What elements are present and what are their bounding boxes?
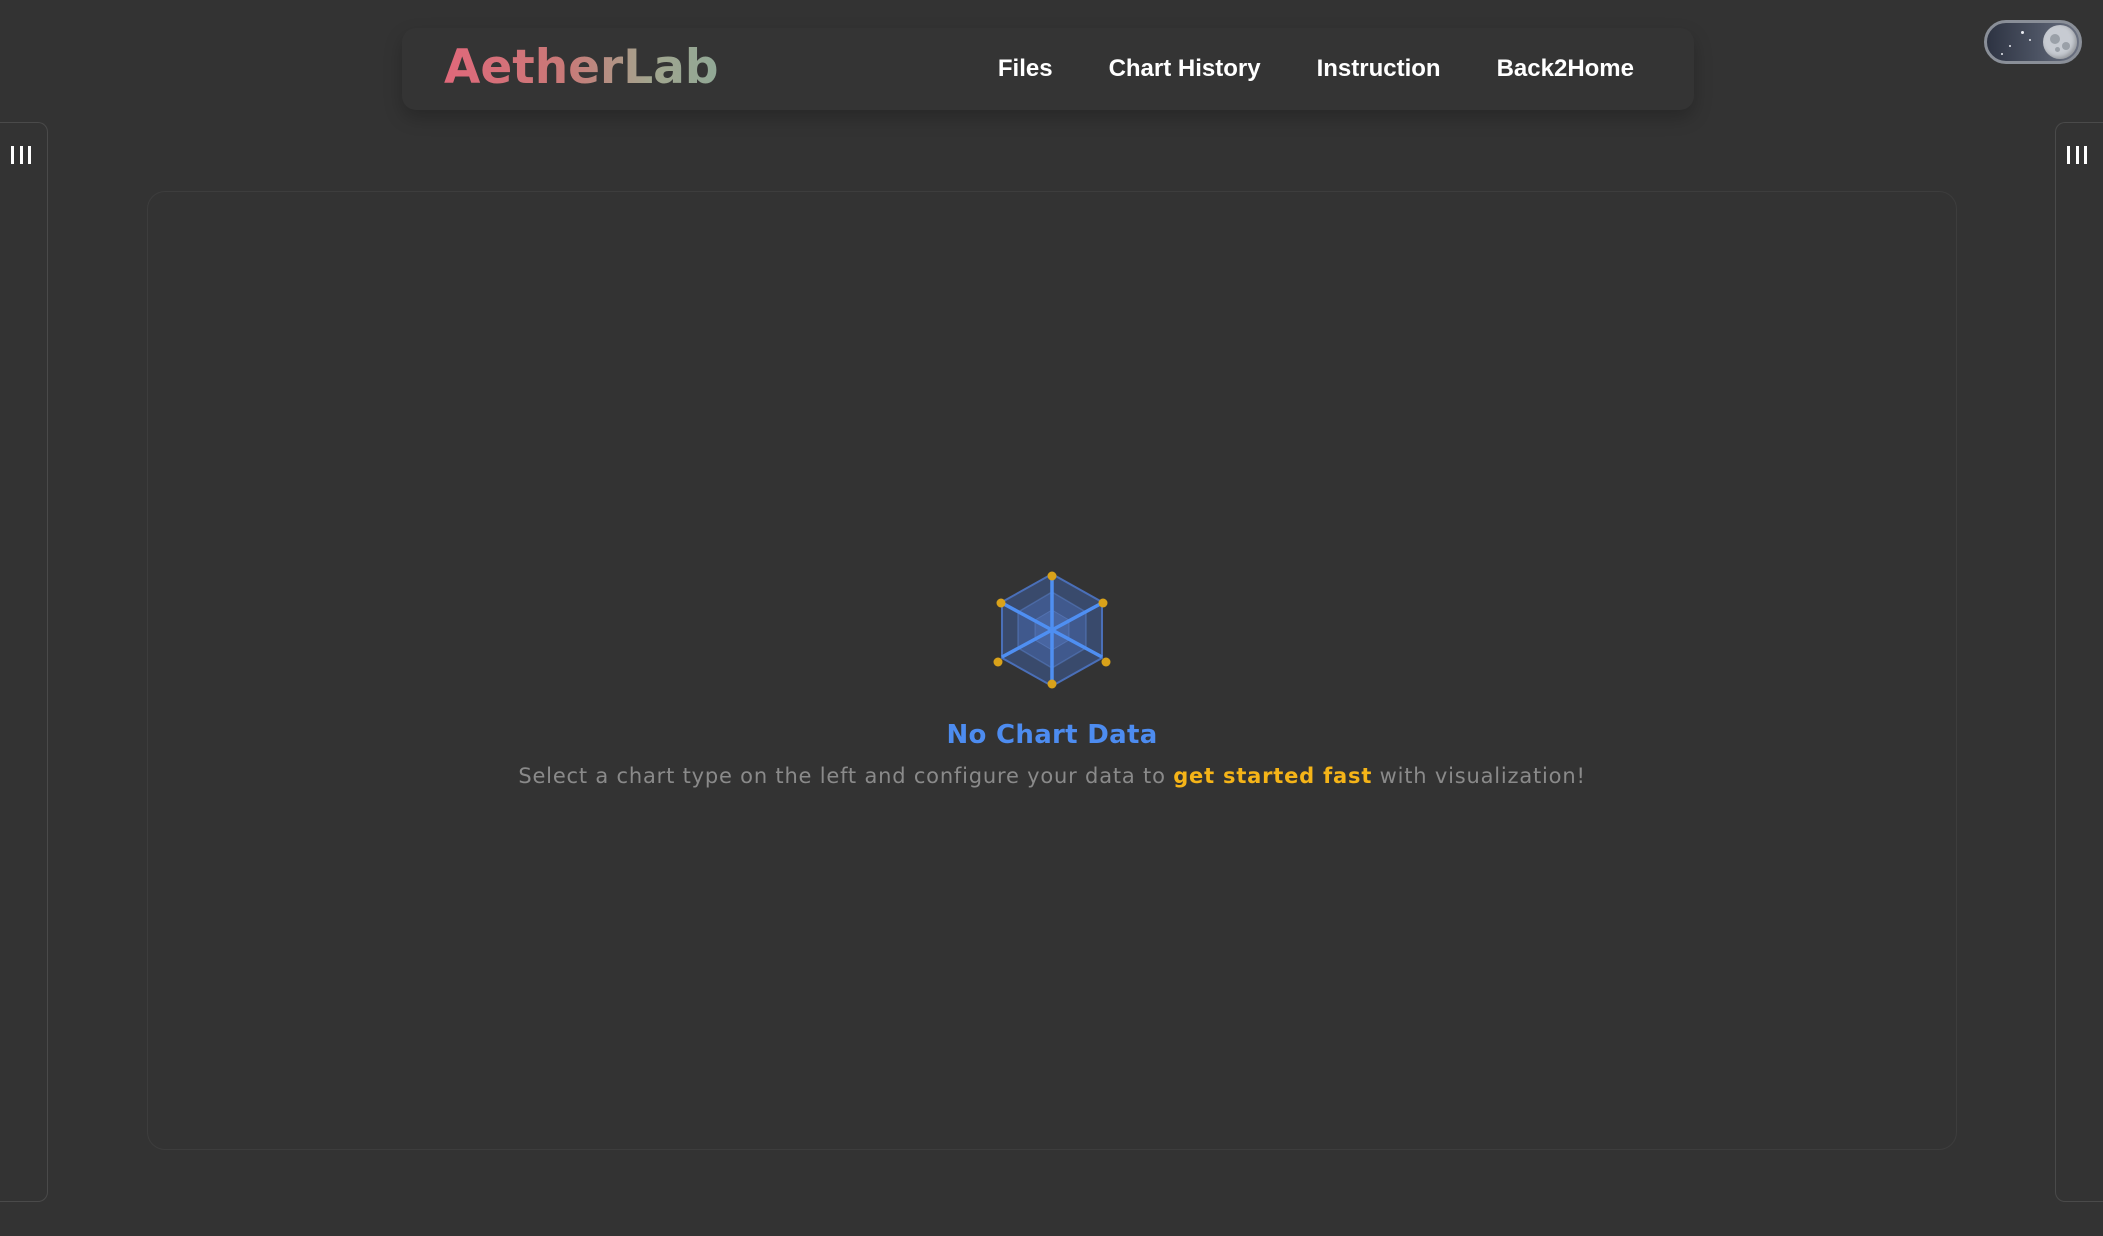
- star-icon: [2001, 53, 2003, 55]
- description-text-after: with visualization!: [1372, 764, 1586, 788]
- empty-state-title: No Chart Data: [946, 720, 1158, 750]
- nav-link-chart-history[interactable]: Chart History: [1109, 55, 1261, 83]
- left-panel-toggle-icon[interactable]: [11, 145, 31, 165]
- nav-link-instruction[interactable]: Instruction: [1317, 55, 1441, 83]
- theme-toggle[interactable]: [1984, 20, 2082, 64]
- chart-canvas-area: No Chart Data Select a chart type on the…: [147, 191, 1957, 1150]
- right-side-panel: [2055, 122, 2103, 1202]
- app-root: AetherLab Files Chart History Instructio…: [0, 0, 2103, 1236]
- top-navbar: AetherLab Files Chart History Instructio…: [402, 28, 1694, 110]
- description-highlight: get started fast: [1173, 764, 1373, 788]
- empty-state: No Chart Data Select a chart type on the…: [148, 568, 1956, 788]
- right-panel-toggle-icon[interactable]: [2067, 145, 2087, 165]
- app-logo[interactable]: AetherLab: [444, 44, 719, 91]
- star-icon: [2029, 39, 2031, 41]
- nav-links: Files Chart History Instruction Back2Hom…: [998, 28, 1634, 110]
- left-side-panel: [0, 122, 48, 1202]
- nav-link-back2home[interactable]: Back2Home: [1497, 55, 1634, 83]
- star-icon: [2009, 45, 2011, 47]
- moon-icon: [2043, 25, 2077, 59]
- description-text-before: Select a chart type on the left and conf…: [518, 764, 1174, 788]
- star-icon: [2021, 31, 2024, 34]
- nav-link-files[interactable]: Files: [998, 55, 1053, 83]
- empty-state-description: Select a chart type on the left and conf…: [148, 764, 1956, 788]
- radar-chart-icon: [993, 571, 1111, 689]
